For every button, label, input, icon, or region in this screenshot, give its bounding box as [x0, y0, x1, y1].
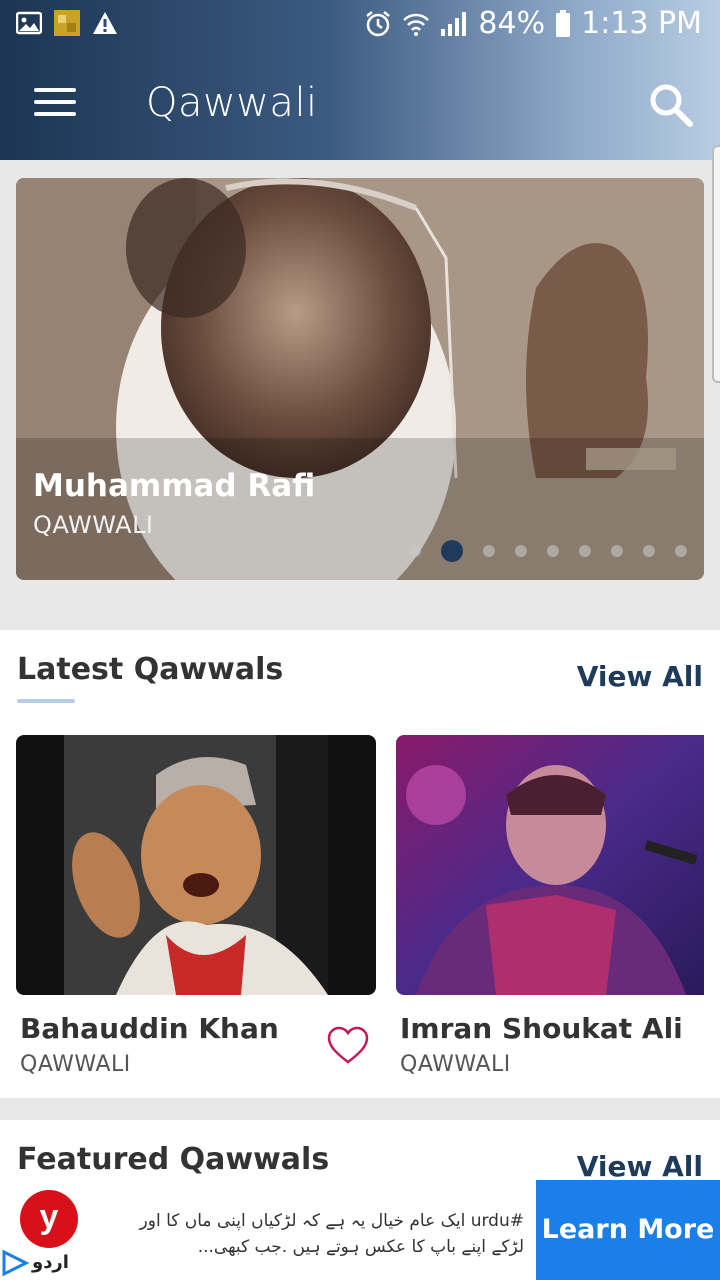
latest-item-category: QAWWALI — [400, 1052, 511, 1077]
ad-label: اردو — [32, 1252, 69, 1273]
carousel-dot[interactable] — [611, 545, 623, 557]
carousel-dot[interactable] — [515, 545, 527, 557]
image-icon — [16, 11, 42, 35]
page-title: Qawwali — [146, 80, 318, 126]
system-status: 84% 1:13 PM — [364, 6, 702, 41]
artist-photo — [396, 735, 704, 995]
heart-outline-icon[interactable] — [326, 1025, 370, 1065]
hamburger-menu-icon[interactable] — [34, 88, 76, 120]
latest-item-image[interactable] — [16, 735, 376, 995]
view-all-featured-button[interactable]: View All — [577, 1150, 703, 1183]
hero-category: QAWWALI — [33, 511, 154, 539]
hero-carousel[interactable]: Muhammad Rafi QAWWALI — [16, 178, 704, 580]
carousel-dot[interactable] — [675, 545, 687, 557]
status-bar: 84% 1:13 PM — [0, 0, 720, 50]
play-icon — [2, 1249, 30, 1277]
scrollbar[interactable] — [712, 145, 720, 383]
wifi-icon — [403, 13, 430, 36]
hero-artist-name: Muhammad Rafi — [33, 468, 316, 504]
latest-item-image[interactable] — [396, 735, 704, 995]
latest-item-category: QAWWALI — [20, 1052, 131, 1077]
latest-item-name[interactable]: Imran Shoukat Ali — [400, 1012, 683, 1045]
battery-percent: 84% — [478, 6, 546, 41]
carousel-dot[interactable] — [409, 545, 421, 557]
carousel-dot[interactable] — [547, 545, 559, 557]
section-underline — [17, 699, 75, 703]
section-title: Featured Qawwals — [17, 1142, 330, 1177]
notification-app-icon — [54, 10, 80, 36]
notification-icons — [16, 10, 118, 36]
ad-logo: y — [20, 1190, 78, 1248]
app-bar: 84% 1:13 PM Qawwali — [0, 0, 720, 160]
ad-text: #urdu ایک عام خیال یہ ہے کہ لڑکیاں اپنی … — [139, 1211, 524, 1257]
carousel-dot[interactable] — [579, 545, 591, 557]
alarm-icon — [366, 10, 391, 36]
ad-banner[interactable]: y اردو #urdu ایک عام خیال یہ ہے کہ لڑکیا… — [0, 1180, 720, 1280]
view-all-latest-button[interactable]: View All — [577, 660, 703, 693]
carousel-dot[interactable] — [441, 540, 463, 562]
section-title: Latest Qawwals — [17, 652, 284, 687]
latest-qawwals-section: Latest Qawwals View All Bahauddin Khan Q… — [0, 630, 720, 1098]
artist-photo — [16, 735, 376, 995]
clock: 1:13 PM — [581, 6, 702, 41]
warning-icon — [93, 12, 117, 34]
battery-icon — [556, 9, 571, 37]
latest-item-name[interactable]: Bahauddin Khan — [20, 1012, 279, 1045]
carousel-pager — [409, 540, 687, 562]
signal-icon — [441, 11, 467, 36]
learn-more-button[interactable]: Learn More — [536, 1180, 720, 1280]
carousel-dot[interactable] — [643, 545, 655, 557]
carousel-dot[interactable] — [483, 545, 495, 557]
search-icon[interactable] — [648, 82, 694, 128]
